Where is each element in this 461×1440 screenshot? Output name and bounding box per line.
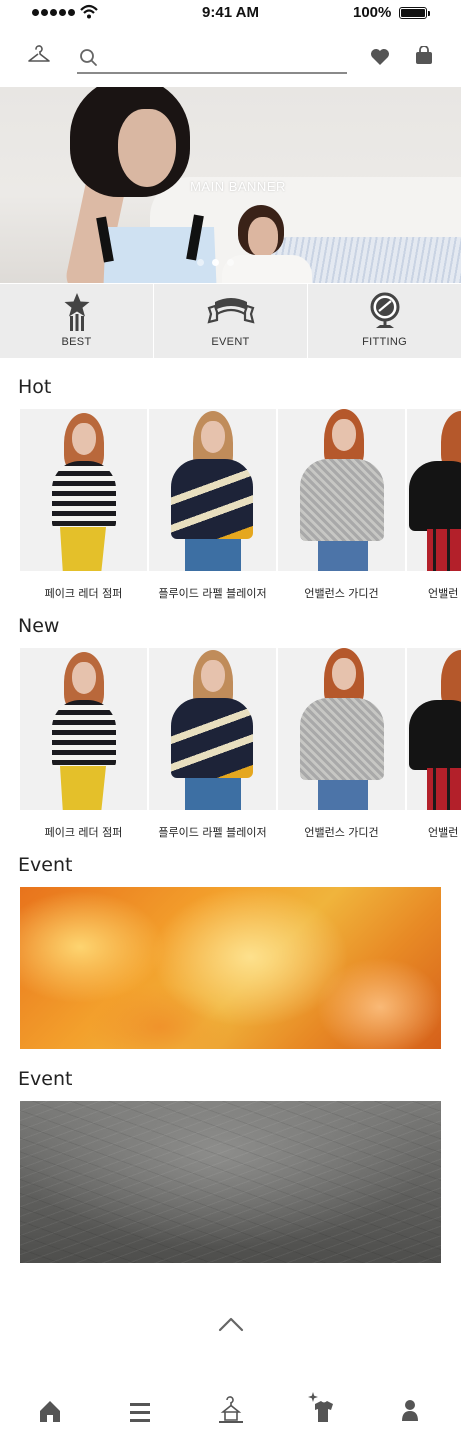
pagination-dot-active[interactable]	[212, 259, 219, 266]
battery-percent: 100%	[353, 4, 392, 21]
hanger-icon[interactable]	[27, 44, 51, 66]
profile-icon[interactable]	[398, 1390, 438, 1430]
banner-pagination	[197, 259, 234, 266]
section-title-event: Event	[18, 854, 73, 876]
category-menu: BEST EVENT FITTING	[0, 284, 461, 358]
category-best-button[interactable]: BEST	[0, 284, 154, 358]
search-icon[interactable]	[79, 48, 99, 68]
product-card[interactable]: 페이크 레더 점퍼	[20, 409, 147, 604]
product-card[interactable]: 페이크 레더 점퍼	[20, 648, 147, 843]
shopping-bag-icon[interactable]	[414, 46, 434, 66]
event-banner-1[interactable]	[20, 887, 441, 1049]
product-image[interactable]	[20, 409, 147, 571]
banner-image-model-2-top	[222, 255, 312, 283]
product-card[interactable]: 플루이드 라펠 블레이저	[149, 648, 276, 843]
product-image[interactable]	[407, 648, 461, 810]
product-image[interactable]	[149, 648, 276, 810]
product-name: 플루이드 라펠 블레이저	[158, 826, 267, 839]
category-fitting-button[interactable]: FITTING	[308, 284, 461, 358]
home-icon[interactable]	[36, 1390, 76, 1430]
product-image[interactable]	[278, 409, 405, 571]
product-name: 페이크 레더 점퍼	[44, 587, 123, 600]
battery-icon	[399, 7, 430, 19]
top-header	[0, 40, 461, 80]
product-name: 언밸런스 가디건	[304, 826, 379, 839]
status-bar: 9:41 AM 100%	[0, 0, 461, 28]
closet-icon[interactable]	[217, 1390, 257, 1430]
category-event-button[interactable]: EVENT	[154, 284, 308, 358]
section-title-new: New	[18, 615, 60, 637]
search-bar[interactable]	[77, 44, 347, 74]
product-card[interactable]: 언밸런	[407, 409, 461, 604]
product-name: 언밸런스 가디건	[304, 587, 379, 600]
mirror-icon	[370, 292, 399, 328]
product-carousel-hot[interactable]: 페이크 레더 점퍼 플루이드 라펠 블레이저 언밸런스 가디건 언밸런	[20, 409, 461, 604]
menu-icon[interactable]	[128, 1390, 168, 1430]
search-input[interactable]	[103, 46, 343, 70]
pagination-dot[interactable]	[227, 259, 234, 266]
product-carousel-new[interactable]: 페이크 레더 점퍼 플루이드 라펠 블레이저 언밸런스 가디건 언밸런	[20, 648, 461, 843]
bottom-navigation	[0, 1390, 461, 1440]
product-image[interactable]	[278, 648, 405, 810]
product-image[interactable]	[149, 409, 276, 571]
section-title-hot: Hot	[18, 376, 52, 398]
product-card[interactable]: 플루이드 라펠 블레이저	[149, 409, 276, 604]
main-banner[interactable]: MAIN BANNER	[0, 87, 461, 283]
chevron-up-icon[interactable]	[216, 1314, 246, 1334]
section-title-event: Event	[18, 1068, 73, 1090]
pagination-dot[interactable]	[197, 259, 204, 266]
category-label: EVENT	[211, 336, 250, 348]
product-card[interactable]: 언밸런스 가디건	[278, 648, 405, 843]
event-banner-2[interactable]	[20, 1101, 441, 1263]
category-label: FITTING	[362, 336, 407, 348]
banner-image-model-1-top	[100, 227, 220, 283]
product-name: 플루이드 라펠 블레이저	[158, 587, 267, 600]
banner-label: MAIN BANNER	[190, 179, 286, 194]
recommend-icon[interactable]	[305, 1390, 345, 1430]
banner-image-model-2-face	[248, 217, 278, 257]
star-icon	[64, 293, 89, 331]
ribbon-icon	[206, 298, 255, 324]
banner-image-model-1-face	[118, 109, 176, 187]
product-name: 페이크 레더 점퍼	[44, 826, 123, 839]
product-image[interactable]	[407, 409, 461, 571]
product-name: 언밸런	[428, 826, 459, 839]
product-card[interactable]: 언밸런	[407, 648, 461, 843]
status-time: 9:41 AM	[202, 4, 259, 21]
product-name: 언밸런	[428, 587, 459, 600]
product-card[interactable]: 언밸런스 가디건	[278, 409, 405, 604]
category-label: BEST	[61, 336, 92, 348]
heart-icon[interactable]	[370, 48, 390, 66]
product-image[interactable]	[20, 648, 147, 810]
